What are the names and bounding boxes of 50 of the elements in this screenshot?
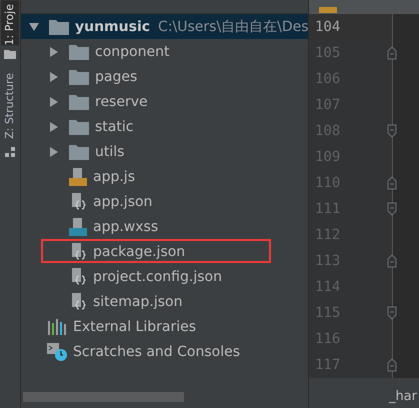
fold-marker-icon[interactable] (387, 306, 397, 320)
css-file-icon (69, 218, 87, 236)
fold-marker-icon[interactable] (387, 124, 397, 138)
tree-row[interactable]: Scratches and Consoles (21, 339, 308, 364)
folder-icon (69, 44, 89, 60)
tree-row[interactable]: app.wxss (21, 214, 308, 239)
fold-marker-icon[interactable] (387, 358, 397, 372)
fold-marker-icon[interactable] (387, 46, 397, 60)
structure-icon[interactable] (4, 147, 16, 158)
tree-row[interactable]: package.json (21, 239, 308, 264)
scrollbar[interactable] (23, 392, 184, 402)
json-file-icon (69, 292, 87, 310)
expand-arrow-icon[interactable] (49, 96, 59, 106)
collapse-arrow-icon[interactable] (29, 22, 39, 32)
scratches-icon (47, 342, 67, 360)
tree-row[interactable]: utils (21, 139, 308, 164)
tree-row[interactable]: sitemap.json (21, 289, 308, 314)
js-file-icon (69, 168, 87, 186)
folder-icon (69, 68, 89, 84)
fold-marker-icon[interactable] (387, 254, 397, 268)
tool-window-tab[interactable]: 1: Proje (1, 0, 19, 46)
folder-icon (69, 144, 89, 160)
tree-row[interactable]: yunmusic C:\Users\自由自在\Des (21, 14, 308, 39)
editor-tab[interactable] (309, 0, 419, 13)
tree-row[interactable]: conponent (21, 39, 308, 64)
tree-row[interactable]: app.js (21, 164, 308, 189)
json-file-icon (69, 242, 87, 260)
tree-row[interactable]: External Libraries (21, 314, 308, 339)
expand-arrow-icon[interactable] (49, 46, 59, 56)
tree-row[interactable]: pages (21, 64, 308, 89)
tool-window-tab[interactable]: Z: Structure (1, 69, 19, 144)
libraries-icon (47, 318, 67, 334)
expand-arrow-icon[interactable] (49, 122, 59, 132)
folder-icon (49, 18, 69, 34)
breadcrumb[interactable]: _har (388, 388, 417, 404)
line-number: 104 (315, 19, 340, 35)
tree-row[interactable]: reserve (21, 89, 308, 114)
folder-icon[interactable] (4, 49, 16, 60)
json-file-icon (69, 192, 87, 210)
expand-arrow-icon[interactable] (49, 72, 59, 82)
tree-row[interactable]: static (21, 114, 308, 139)
folder-icon (69, 118, 89, 134)
tree-row[interactable]: project.config.json (21, 264, 308, 289)
fold-marker-icon[interactable] (387, 176, 397, 190)
folder-icon (69, 94, 89, 110)
fold-marker-icon[interactable] (387, 202, 397, 216)
json-file-icon (69, 268, 87, 286)
expand-arrow-icon[interactable] (49, 146, 59, 156)
tree-row[interactable]: app.json (21, 189, 308, 214)
js-file-icon (319, 7, 337, 13)
